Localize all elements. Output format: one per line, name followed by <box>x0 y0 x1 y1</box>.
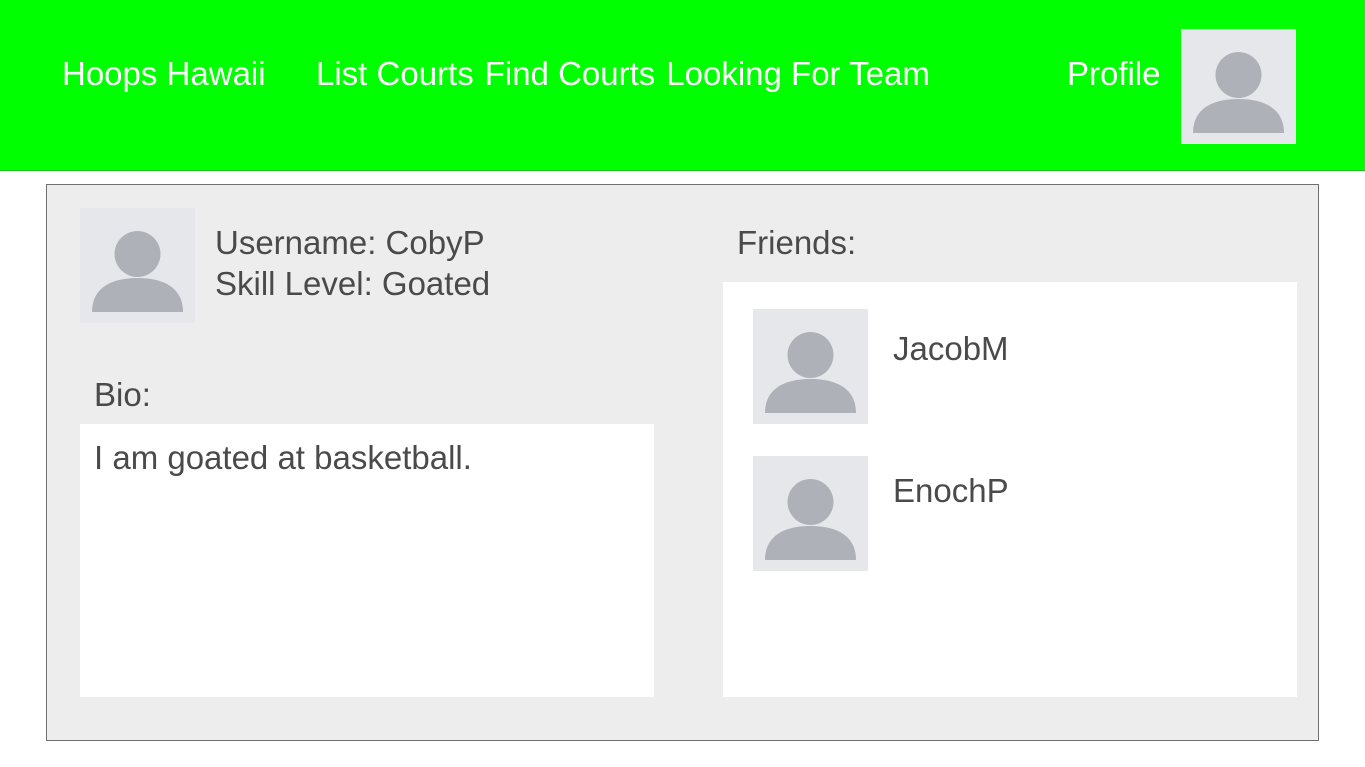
friend-item[interactable]: EnochP <box>753 456 1253 571</box>
user-silhouette-icon <box>765 332 856 413</box>
profile-card: Username: CobyP Skill Level: Goated Bio:… <box>46 184 1319 741</box>
top-navbar: Hoops Hawaii List Courts Find Courts Loo… <box>0 0 1365 171</box>
user-silhouette-icon <box>765 479 856 560</box>
bio-box: I am goated at basketball. <box>80 424 654 697</box>
friend-avatar-icon <box>753 456 868 571</box>
friend-avatar-icon <box>753 309 868 424</box>
username-text: Username: CobyP <box>215 224 485 261</box>
brand-link[interactable]: Hoops Hawaii <box>62 54 266 94</box>
bio-text: I am goated at basketball. <box>94 439 472 476</box>
user-silhouette-icon <box>1193 52 1284 133</box>
friends-list: JacobM EnochP <box>723 282 1297 697</box>
friend-name: JacobM <box>893 330 1009 367</box>
nav-link-looking-for-team[interactable]: Looking For Team <box>666 54 930 94</box>
nav-link-find-courts[interactable]: Find Courts <box>485 54 656 94</box>
nav-links: List Courts Find Courts Looking For Team <box>316 54 930 94</box>
bio-label: Bio: <box>94 376 151 413</box>
skill-level-text: Skill Level: Goated <box>215 265 491 302</box>
nav-link-profile[interactable]: Profile <box>1067 54 1161 94</box>
friend-item[interactable]: JacobM <box>753 309 1253 424</box>
friends-label: Friends: <box>737 224 857 261</box>
user-avatar-icon <box>80 208 195 323</box>
nav-link-list-courts[interactable]: List Courts <box>316 54 474 94</box>
user-silhouette-icon <box>92 231 183 312</box>
friend-name: EnochP <box>893 472 1009 509</box>
nav-avatar-icon[interactable] <box>1181 29 1296 144</box>
